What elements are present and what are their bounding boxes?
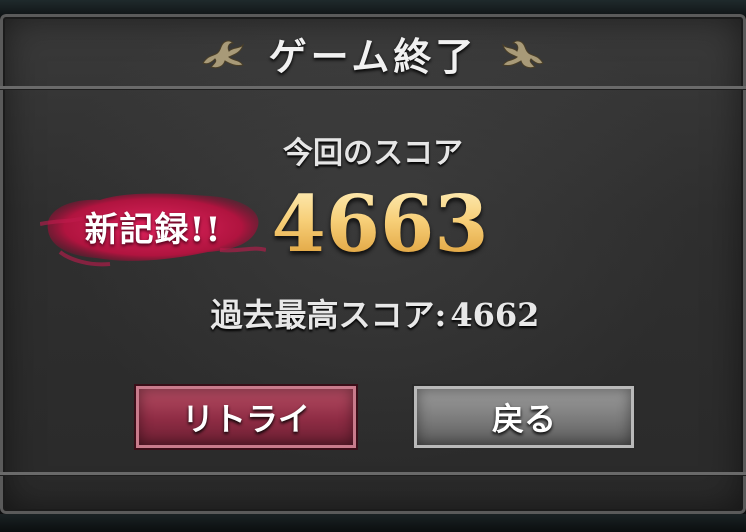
best-score-value: 4662 bbox=[450, 296, 540, 334]
dialog-title: ゲーム終了 bbox=[268, 33, 478, 79]
left-ornament-icon bbox=[201, 40, 244, 69]
header-divider bbox=[0, 86, 746, 89]
bottom-frame bbox=[0, 514, 746, 532]
current-score-value: 4663 bbox=[260, 180, 500, 270]
dialog-header: ゲーム終了 bbox=[0, 14, 746, 92]
retry-button[interactable]: リトライ bbox=[136, 386, 356, 448]
game-over-dialog: ゲーム終了 今回のスコア 新記録!! 4663 過去最高スコア: 4662 リトラ… bbox=[0, 14, 746, 514]
best-score-label: 過去最高スコア: bbox=[210, 296, 447, 334]
footer-divider bbox=[0, 472, 746, 475]
back-button[interactable]: 戻る bbox=[414, 386, 634, 448]
new-record-text: 新記録!! bbox=[84, 209, 222, 250]
best-score-line: 過去最高スコア: 4662 bbox=[0, 290, 746, 336]
current-score-label: 今回のスコア bbox=[283, 136, 463, 171]
new-record-badge: 新記録!! bbox=[39, 180, 267, 272]
right-ornament-icon bbox=[502, 40, 545, 69]
